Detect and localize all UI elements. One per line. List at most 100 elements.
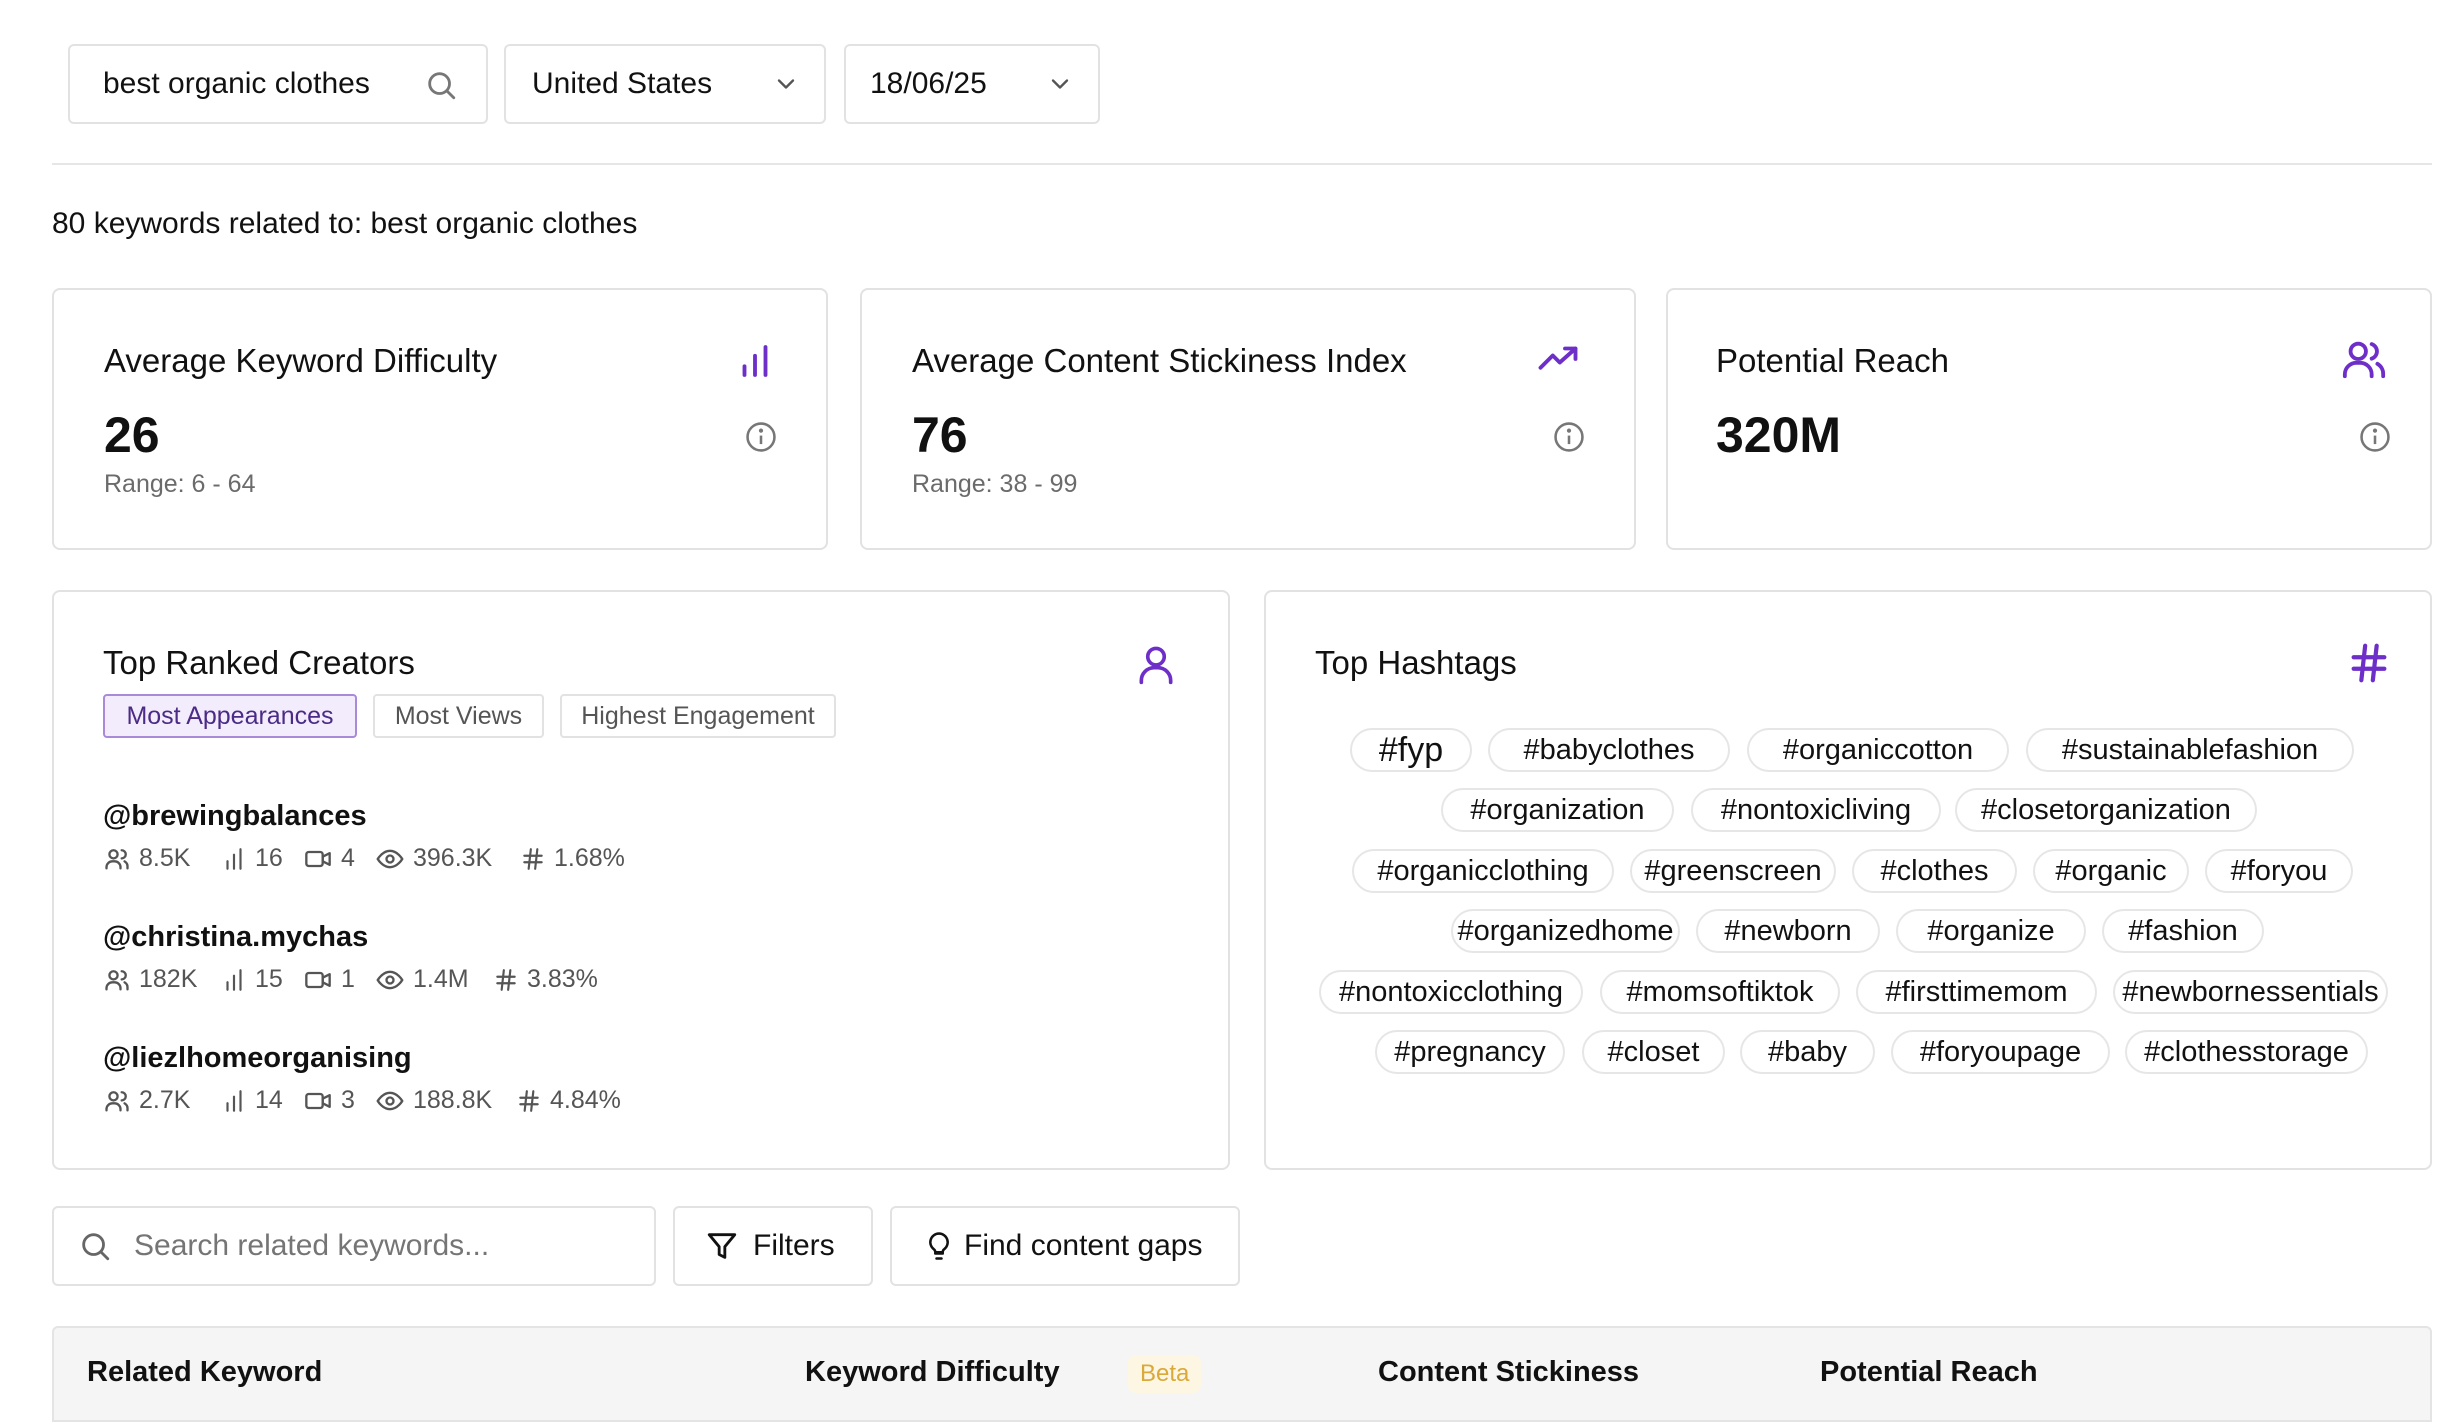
- rank-icon: [221, 1087, 255, 1115]
- hashtag-chip[interactable]: #nontoxicliving: [1691, 788, 1941, 832]
- hashtag-chip[interactable]: #pregnancy: [1375, 1030, 1565, 1074]
- hashtag-chip[interactable]: #newborn: [1696, 909, 1880, 953]
- search-icon: [82, 1233, 110, 1261]
- hash-icon: [516, 1087, 550, 1115]
- hashtag-chip[interactable]: #sustainablefashion: [2026, 728, 2354, 772]
- creator-stat-views: 1.4M: [375, 965, 469, 994]
- bar-chart-icon: [742, 345, 768, 377]
- creator-stat-value: 3.83%: [527, 965, 598, 993]
- hashtag-chip[interactable]: #organicclothing: [1352, 849, 1614, 893]
- hashtag-chip[interactable]: #newbornessentials: [2113, 970, 2388, 1014]
- creator-stat-value: 188.8K: [413, 1086, 493, 1114]
- beta-badge: Beta: [1128, 1355, 1202, 1393]
- metric-card-keyword-difficulty: Average Keyword Difficulty 26 Range: 6 -…: [52, 288, 828, 550]
- eye-icon: [375, 966, 413, 994]
- hashtag-chip[interactable]: #fashion: [2102, 909, 2264, 953]
- creator-stat-views: 396.3K: [375, 844, 492, 873]
- hashtag-chip[interactable]: #foryoupage: [1891, 1030, 2110, 1074]
- creator-stat-followers: 182K: [103, 965, 197, 994]
- metric-title: Potential Reach: [1716, 342, 1949, 379]
- info-icon[interactable]: [744, 420, 778, 454]
- creator-stat-value: 15: [255, 965, 283, 993]
- metric-card-content-stickiness: Average Content Stickiness Index 76 Rang…: [860, 288, 1636, 550]
- hashtag-chip[interactable]: #organizedhome: [1451, 909, 1680, 953]
- info-icon[interactable]: [2358, 420, 2392, 454]
- hash-icon: [520, 845, 554, 873]
- creator-stat-value: 8.5K: [139, 844, 191, 872]
- hash-icon: [493, 966, 527, 994]
- related-keyword-input[interactable]: [134, 1229, 614, 1263]
- creator-stat-value: 16: [255, 844, 283, 872]
- find-content-gaps-label: Find content gaps: [964, 1229, 1203, 1262]
- creator-stat-rank: 14: [221, 1086, 283, 1115]
- hashtag-chip[interactable]: #momsoftiktok: [1600, 970, 1840, 1014]
- creator-stat-value: 3: [341, 1086, 355, 1114]
- metric-value: 76: [912, 407, 968, 463]
- tab-most-views[interactable]: Most Views: [373, 694, 544, 738]
- lightbulb-icon: [929, 1232, 949, 1260]
- video-icon: [303, 845, 341, 873]
- creator-stat-value: 1: [341, 965, 355, 993]
- date-select[interactable]: 18/06/25: [844, 44, 1100, 124]
- creator-handle[interactable]: @christina.mychas: [103, 921, 368, 954]
- creator-stat-engagement: 4.84%: [516, 1086, 621, 1115]
- creator-stat-value: 182K: [139, 965, 198, 993]
- metric-range: Range: 6 - 64: [104, 470, 256, 498]
- hashtag-chip[interactable]: #closetorganization: [1955, 788, 2257, 832]
- hashtag-chip[interactable]: #organization: [1441, 788, 1674, 832]
- video-icon: [303, 1087, 341, 1115]
- rank-icon: [221, 966, 255, 994]
- hashtag-chip[interactable]: #clothes: [1852, 849, 2017, 893]
- metric-title: Average Keyword Difficulty: [104, 342, 498, 379]
- column-potential-reach[interactable]: Potential Reach: [1820, 1356, 2038, 1389]
- creator-stat-videos: 3: [303, 1086, 355, 1115]
- metric-range: Range: 38 - 99: [912, 470, 1078, 498]
- hashtag-chip[interactable]: #closet: [1582, 1030, 1725, 1074]
- hashtag-chip[interactable]: #baby: [1740, 1030, 1875, 1074]
- video-icon: [303, 966, 341, 994]
- hashtag-chip[interactable]: #nontoxicclothing: [1319, 970, 1583, 1014]
- tab-most-appearances[interactable]: Most Appearances: [103, 694, 357, 738]
- creator-stat-views: 188.8K: [375, 1086, 492, 1115]
- hashtag-chip[interactable]: #foryou: [2205, 849, 2353, 893]
- trending-up-icon: [1538, 346, 1578, 370]
- hashtag-chip[interactable]: #firsttimemom: [1856, 970, 2097, 1014]
- creator-stat-videos: 1: [303, 965, 355, 994]
- filters-button[interactable]: Filters: [673, 1206, 873, 1286]
- hashtag-chip[interactable]: #babyclothes: [1488, 728, 1730, 772]
- creator-stat-followers: 8.5K: [103, 844, 190, 873]
- creator-stat-videos: 4: [303, 844, 355, 873]
- related-keyword-search[interactable]: [52, 1206, 656, 1286]
- column-keyword-difficulty[interactable]: Keyword Difficulty: [805, 1356, 1060, 1389]
- hashtag-chip[interactable]: #fyp: [1350, 728, 1472, 772]
- creator-handle[interactable]: @liezlhomeorganising: [103, 1042, 412, 1075]
- results-summary: 80 keywords related to: best organic clo…: [52, 207, 638, 240]
- creator-stat-rank: 16: [221, 844, 283, 873]
- chevron-down-icon: [777, 79, 795, 89]
- followers-icon: [103, 966, 139, 994]
- metric-card-potential-reach: Potential Reach 320M: [1666, 288, 2432, 550]
- creator-stat-value: 4: [341, 844, 355, 872]
- column-content-stickiness[interactable]: Content Stickiness: [1378, 1356, 1639, 1389]
- eye-icon: [375, 1087, 413, 1115]
- hashtag-chip[interactable]: #organize: [1896, 909, 2086, 953]
- country-select[interactable]: United States: [504, 44, 826, 124]
- country-value: United States: [532, 67, 713, 100]
- user-icon: [1139, 646, 1173, 685]
- hashtag-chip[interactable]: #greenscreen: [1630, 849, 1836, 893]
- users-icon: [2342, 341, 2386, 379]
- hashtag-chip[interactable]: #organiccotton: [1747, 728, 2009, 772]
- hashtag-chip[interactable]: #organic: [2033, 849, 2189, 893]
- tab-highest-engagement[interactable]: Highest Engagement: [560, 694, 836, 738]
- hash-icon: [2351, 643, 2387, 683]
- find-content-gaps-button[interactable]: Find content gaps: [890, 1206, 1240, 1286]
- column-related-keyword[interactable]: Related Keyword: [87, 1356, 322, 1389]
- metric-value: 26: [104, 407, 160, 463]
- creator-handle[interactable]: @brewingbalances: [103, 800, 367, 833]
- creator-stat-value: 1.4M: [413, 965, 469, 993]
- info-icon[interactable]: [1552, 420, 1586, 454]
- search-box[interactable]: best organic clothes: [68, 44, 488, 124]
- creator-stat-value: 4.84%: [550, 1086, 621, 1114]
- eye-icon: [375, 845, 413, 873]
- hashtag-chip[interactable]: #clothesstorage: [2125, 1030, 2368, 1074]
